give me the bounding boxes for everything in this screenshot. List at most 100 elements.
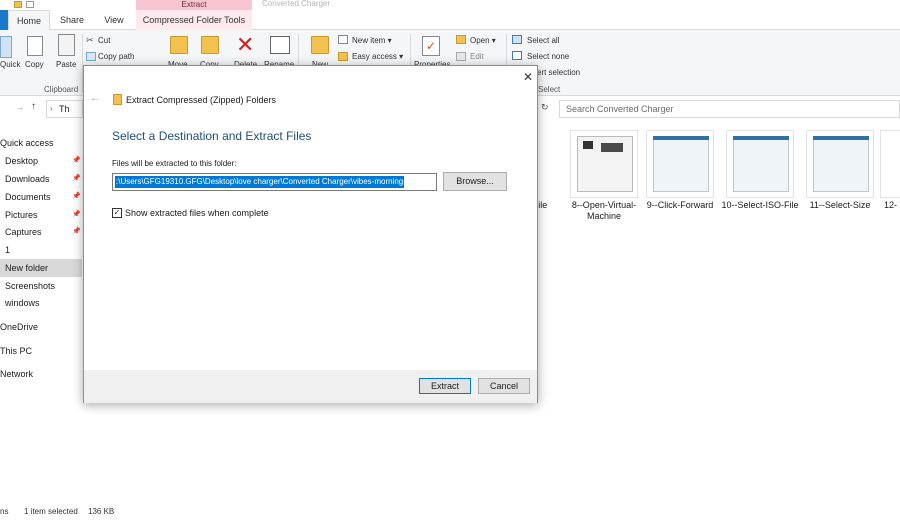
nav-this-pc[interactable]: This PC [0, 342, 82, 360]
thumbnail-image [653, 136, 709, 192]
destination-path-value: :\Users\GFG19310.GFG\Desktop\love charge… [115, 176, 405, 188]
pin-icon: 📌 [72, 175, 81, 182]
nav-onedrive[interactable]: OneDrive [0, 318, 82, 336]
refresh-icon[interactable]: ↻ [541, 102, 549, 113]
zip-folder-icon [113, 94, 122, 105]
easy-access-icon[interactable] [338, 52, 348, 61]
status-item-count: ns [0, 507, 9, 516]
new-item-button[interactable]: New item ▾ [352, 36, 392, 45]
easy-access-button[interactable]: Easy access ▾ [352, 52, 403, 61]
nav-item-desktop[interactable]: Desktop 📌 [0, 152, 82, 170]
nav-item-screenshots[interactable]: Screenshots [0, 277, 82, 295]
select-all-button[interactable]: Select all [527, 36, 559, 45]
dialog-heading: Select a Destination and Extract Files [112, 129, 312, 143]
copy-path-button[interactable]: Copy path [98, 52, 134, 61]
tab-compressed-folder-tools[interactable]: Compressed Folder Tools [136, 10, 252, 30]
destination-label: Files will be extracted to this folder: [112, 159, 237, 168]
nav-item-captures[interactable]: Captures 📌 [0, 223, 82, 241]
search-placeholder: Search Converted Charger [566, 104, 674, 114]
pin-icon: 📌 [72, 228, 81, 235]
breadcrumb-chevron-icon: › [50, 104, 53, 113]
folder-icon[interactable] [14, 1, 22, 8]
select-all-icon[interactable] [512, 35, 522, 44]
copy-button[interactable]: Copy [25, 60, 44, 69]
copy-icon[interactable] [27, 36, 43, 56]
window-title: Converted Charger [262, 0, 331, 8]
up-arrow-icon[interactable]: ↑ [31, 101, 36, 112]
tab-share[interactable]: Share [52, 10, 92, 30]
select-group-label: Select [538, 85, 561, 94]
thumbnail-titlebar [733, 136, 789, 140]
file-item[interactable] [646, 130, 714, 198]
select-none-button[interactable]: Select none [527, 52, 569, 61]
back-arrow-icon[interactable]: ← [90, 93, 100, 104]
file-item-label[interactable]: 12- [884, 200, 900, 211]
status-selected: 1 item selected [24, 507, 78, 516]
invert-selection-button[interactable]: ert selection [537, 68, 580, 77]
file-item-label[interactable]: 11--Select-Size [800, 200, 880, 211]
scissors-icon[interactable]: ✂ [86, 35, 96, 45]
cancel-button[interactable]: Cancel [478, 378, 530, 394]
search-input[interactable]: Search Converted Charger [559, 100, 900, 118]
show-files-checkbox[interactable]: ✓ [112, 208, 122, 218]
file-item-label[interactable]: 10--Select-ISO-File [720, 200, 800, 211]
pin-quick-access-icon[interactable] [0, 36, 12, 58]
pin-quick-access-label[interactable]: Quick [0, 60, 20, 69]
destination-path-input[interactable]: :\Users\GFG19310.GFG\Desktop\love charge… [112, 173, 437, 191]
vm-logo-icon [583, 141, 593, 149]
qat-dropdown-icon[interactable] [26, 1, 34, 8]
thumbnail-titlebar [813, 136, 869, 140]
address-bar[interactable]: › Th [46, 100, 83, 118]
edit-button[interactable]: Edit [470, 52, 484, 61]
extract-button[interactable]: Extract [419, 378, 471, 394]
paste-icon[interactable] [58, 34, 75, 56]
vm-brand-icon [601, 143, 623, 152]
nav-item-windows[interactable]: windows [0, 294, 82, 312]
status-size: 136 KB [88, 507, 115, 516]
cut-button[interactable]: Cut [98, 36, 110, 45]
close-button[interactable]: ✕ [521, 70, 535, 84]
nav-item-pictures[interactable]: Pictures 📌 [0, 206, 82, 224]
new-folder-icon[interactable] [311, 36, 329, 54]
nav-item-documents[interactable]: Documents 📌 [0, 188, 82, 206]
tab-home[interactable]: Home [8, 10, 50, 31]
extract-dialog: ✕ ← Extract Compressed (Zipped) Folders … [83, 65, 538, 403]
file-item-label[interactable]: 8--Open-Virtual-Machine [564, 200, 644, 222]
ribbon-tabs: Home Share View Compressed Folder Tools [0, 10, 900, 31]
nav-network[interactable]: Network [0, 365, 82, 383]
nav-item-new-folder[interactable]: New folder [0, 259, 82, 277]
file-item[interactable] [880, 130, 900, 198]
paste-button[interactable]: Paste [56, 60, 76, 69]
move-to-icon[interactable] [170, 36, 188, 54]
nav-quick-access[interactable]: Quick access [0, 134, 82, 152]
copy-to-icon[interactable] [201, 36, 219, 54]
browse-button[interactable]: Browse... [443, 172, 507, 191]
file-item-label[interactable]: 9--Click-Forward [640, 200, 720, 211]
select-none-icon[interactable] [512, 51, 522, 60]
new-item-icon[interactable] [338, 35, 348, 44]
rename-icon[interactable] [270, 36, 290, 54]
thumbnail-image [733, 136, 789, 192]
file-item[interactable] [806, 130, 874, 198]
tab-view[interactable]: View [94, 10, 134, 30]
pin-icon: 📌 [72, 193, 81, 200]
clipboard-group-label: Clipboard [44, 85, 79, 94]
open-icon[interactable] [456, 35, 466, 44]
thumbnail-titlebar [653, 136, 709, 140]
properties-icon[interactable]: ✓ [422, 36, 440, 56]
nav-item-1[interactable]: 1 [0, 241, 82, 259]
delete-icon[interactable]: ✕ [236, 34, 254, 56]
nav-item-downloads[interactable]: Downloads 📌 [0, 170, 82, 188]
title-bar [0, 0, 900, 10]
forward-arrow-icon[interactable]: → [15, 102, 24, 112]
pin-icon: 📌 [72, 157, 81, 164]
edit-icon[interactable] [456, 52, 466, 61]
pin-icon: 📌 [72, 211, 81, 218]
tab-file[interactable] [0, 10, 8, 30]
file-item[interactable] [570, 130, 638, 198]
copy-path-icon[interactable] [86, 52, 96, 61]
file-item[interactable] [726, 130, 794, 198]
breadcrumb: Th [59, 104, 70, 114]
open-button[interactable]: Open ▾ [470, 36, 496, 45]
dialog-caption: Extract Compressed (Zipped) Folders [126, 95, 277, 105]
